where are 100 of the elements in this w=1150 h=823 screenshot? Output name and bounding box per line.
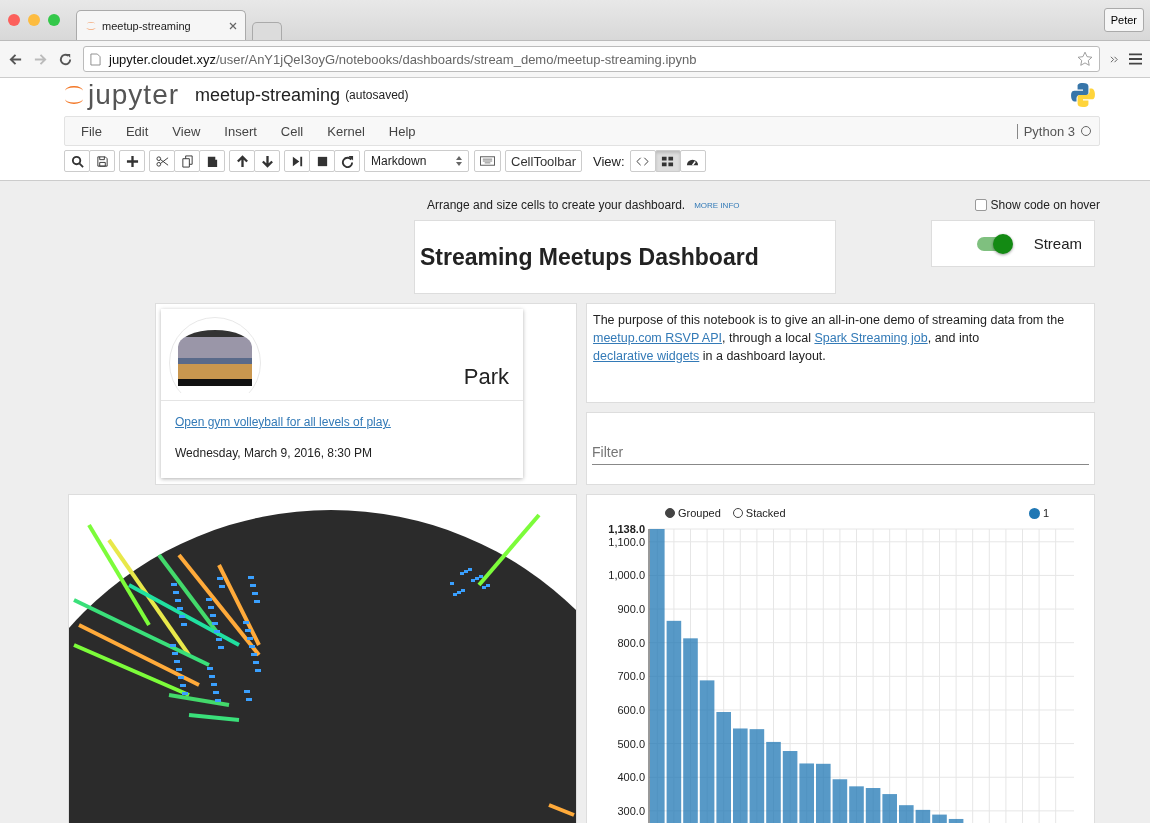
copy-icon: [180, 154, 194, 168]
save-icon: [95, 154, 109, 168]
chart-bar[interactable]: [948, 818, 964, 823]
cell-type-dropdown[interactable]: Markdown: [364, 150, 469, 172]
chart-bar[interactable]: [782, 751, 798, 823]
browser-tab[interactable]: meetup-streaming: [76, 10, 246, 40]
chart-bar[interactable]: [899, 805, 914, 823]
paste-icon: [205, 154, 219, 168]
step-button[interactable]: [284, 150, 310, 172]
dashboard-view-button[interactable]: [679, 150, 706, 172]
search-button[interactable]: [64, 150, 90, 172]
profile-button[interactable]: Peter: [1103, 8, 1144, 32]
jupyter-logo-icon: [64, 84, 84, 106]
grid-icon: [661, 154, 675, 168]
legend-item[interactable]: 1: [1028, 507, 1049, 519]
stop-icon: [315, 154, 329, 168]
menu-item[interactable]: Insert: [212, 123, 269, 139]
chart-mode-option[interactable]: Stacked: [732, 507, 786, 519]
description-link[interactable]: Spark Streaming job: [814, 331, 928, 345]
event-time: Wednesday, March 9, 2016, 8:30 PM: [175, 446, 373, 460]
more-info-link[interactable]: MORE INFO: [694, 200, 740, 210]
keyboard-icon: [480, 156, 495, 166]
cut-button[interactable]: [149, 150, 175, 172]
chart-bar[interactable]: [749, 729, 765, 823]
y-tick-label: 1,100.0: [608, 535, 645, 548]
close-light-icon[interactable]: [8, 14, 20, 26]
menu-item[interactable]: Help: [376, 123, 428, 139]
paste-button[interactable]: [199, 150, 225, 172]
forward-arrow-icon[interactable]: [33, 51, 48, 67]
copy-button[interactable]: [174, 150, 200, 172]
back-arrow-icon[interactable]: [8, 51, 23, 67]
y-tick-label: 700.0: [617, 670, 645, 683]
venue-name: Park: [463, 364, 509, 390]
stream-toggle[interactable]: [977, 236, 1011, 251]
view-label: View:: [593, 153, 625, 169]
chart-bar[interactable]: [799, 763, 814, 823]
double-chevron-icon[interactable]: [1110, 54, 1119, 64]
up-button[interactable]: [229, 150, 255, 172]
page-icon: [90, 52, 101, 66]
show-code-checkbox[interactable]: [974, 199, 987, 211]
chart-bar[interactable]: [666, 620, 682, 823]
dashboard-hint: Arrange and size cells to create your dashboard.: [427, 198, 686, 212]
cut-icon: [155, 154, 169, 168]
celltoolbar-button[interactable]: CellToolbar: [505, 150, 583, 172]
restart-button[interactable]: [334, 150, 360, 172]
menu-item[interactable]: Kernel: [315, 123, 377, 139]
menu-item[interactable]: Cell: [268, 123, 316, 139]
address-bar[interactable]: jupyter.cloudet.xyz/user/AnY1jQeI3oyG/notebooks/dashboards/stream_demo/meetup-streaming.ipynb: [83, 46, 1100, 72]
show-code-label: Show code on hover: [990, 198, 1100, 212]
kernel-name[interactable]: Python 3: [1016, 123, 1075, 139]
down-icon: [260, 154, 274, 168]
description-text: The purpose of this notebook is to give an all-in-one demo of streaming data from the meetup.com RSVP API, through a local Spark Streaming job, and into declarative widgets in a dashboard layout.: [593, 312, 1066, 365]
y-tick-label: 400.0: [617, 771, 645, 784]
event-link[interactable]: Open gym volleyball for all levels of play.: [175, 415, 509, 429]
keyboard-button[interactable]: [474, 150, 501, 172]
chart-bar[interactable]: [733, 728, 748, 823]
y-tick-label: 900.0: [617, 603, 645, 616]
y-tick-label: 600.0: [617, 703, 645, 716]
grid-view-button[interactable]: [654, 150, 681, 172]
menu-item[interactable]: File: [69, 123, 114, 139]
chart-bar[interactable]: [915, 809, 931, 823]
chart-bar[interactable]: [716, 712, 731, 823]
stop-button[interactable]: [309, 150, 335, 172]
chart-bar[interactable]: [849, 786, 864, 823]
stream-label: Stream: [1033, 235, 1082, 252]
reload-icon[interactable]: [58, 51, 73, 67]
y-tick-label: 500.0: [617, 737, 645, 750]
y-tick-label: 800.0: [617, 636, 645, 649]
search-icon: [70, 154, 84, 168]
chart-bar[interactable]: [650, 529, 665, 823]
dashboard-title: Streaming Meetups Dashboard: [420, 243, 759, 271]
chart-bar[interactable]: [865, 788, 881, 823]
chart-bar[interactable]: [816, 763, 831, 823]
zoom-light-icon[interactable]: [48, 14, 60, 26]
chart-bar[interactable]: [832, 779, 848, 823]
python-logo-icon: [1070, 82, 1096, 108]
plus-icon: [125, 154, 139, 168]
jupyter-wordmark[interactable]: jupyter: [88, 81, 180, 109]
notebook-name[interactable]: meetup-streaming: [195, 84, 341, 106]
close-tab-icon[interactable]: [229, 21, 237, 30]
step-icon: [290, 154, 304, 168]
new-tab-button[interactable]: [252, 22, 282, 40]
menu-icon[interactable]: [1129, 53, 1142, 65]
menu-item[interactable]: Edit: [113, 123, 161, 139]
down-button[interactable]: [254, 150, 280, 172]
menu-item[interactable]: View: [160, 123, 213, 139]
description-link[interactable]: meetup.com RSVP API: [593, 331, 722, 345]
chart-bar[interactable]: [882, 794, 897, 823]
plus-button[interactable]: [119, 150, 145, 172]
chart-bar[interactable]: [699, 680, 715, 823]
save-button[interactable]: [89, 150, 115, 172]
y-tick-label: 1,000.0: [608, 569, 645, 582]
filter-widget[interactable]: Filter: [586, 412, 1095, 485]
star-icon[interactable]: [1077, 51, 1093, 67]
y-tick-label: 300.0: [617, 804, 645, 817]
chart-mode-option[interactable]: Grouped: [665, 507, 721, 519]
autosave-status: (autosaved): [345, 88, 409, 102]
description-link[interactable]: declarative widgets: [593, 349, 700, 363]
dropdown-arrows-icon: [456, 156, 462, 166]
chart-bar[interactable]: [932, 814, 947, 823]
